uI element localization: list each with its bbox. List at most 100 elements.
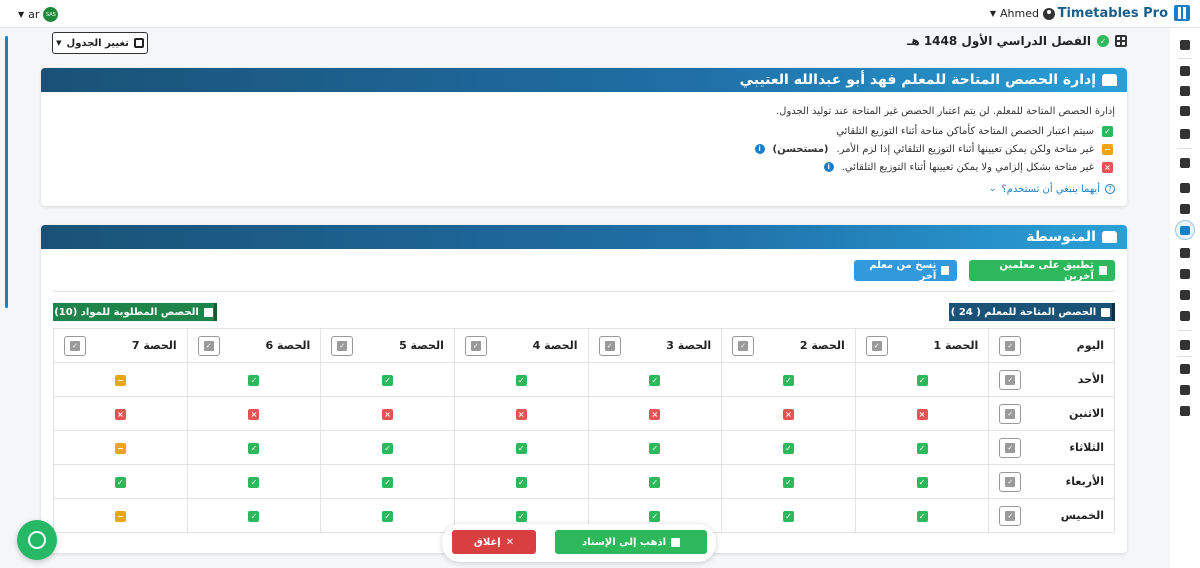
copy-from-teacher-button[interactable]: نسخ من معلم آخر xyxy=(854,260,957,282)
availability-cell[interactable]: ✓ xyxy=(320,430,455,465)
availability-cell[interactable]: ✓ xyxy=(186,464,322,499)
availability-cell[interactable]: ✓ xyxy=(186,498,322,533)
availability-cell[interactable]: × xyxy=(854,396,990,431)
availability-cell[interactable]: ✓ xyxy=(721,362,856,397)
period-label: الحصة 3 xyxy=(666,339,712,352)
mobile-icon[interactable] xyxy=(1178,362,1191,375)
settings-icon[interactable] xyxy=(1178,127,1191,140)
school-icon[interactable] xyxy=(1178,64,1191,77)
book-icon[interactable] xyxy=(1178,104,1191,117)
availability-cell[interactable]: ✓ xyxy=(854,430,990,465)
toggle-day-checkbox[interactable]: ✓ xyxy=(999,437,1022,458)
toggle-day-checkbox[interactable]: ✓ xyxy=(999,505,1022,526)
change-schedule-button[interactable]: تغيير الجدول ▼ xyxy=(52,32,148,54)
toggle-all-checkbox[interactable]: ✓ xyxy=(999,335,1022,356)
availability-cell[interactable]: ✓ xyxy=(721,430,856,465)
print-icon[interactable] xyxy=(1178,309,1191,322)
info-icon[interactable]: i xyxy=(823,162,834,172)
history-icon[interactable] xyxy=(1178,288,1191,301)
toggle-period-checkbox[interactable]: ✓ xyxy=(64,335,86,356)
sidebar-divider xyxy=(1178,58,1192,59)
availability-cell[interactable]: ✓ xyxy=(453,430,589,465)
availability-cell[interactable]: ✓ xyxy=(186,430,322,465)
user-icon xyxy=(1043,7,1055,20)
whatsapp-chat-button[interactable] xyxy=(17,520,57,560)
info-icon[interactable]: i xyxy=(754,144,765,154)
availability-cell[interactable]: − xyxy=(53,498,188,533)
availability-cell[interactable]: − xyxy=(53,430,188,465)
available-icon: ✓ xyxy=(515,443,527,454)
apply-label: تطبيق على معلمين آخرين xyxy=(999,259,1094,282)
legend-item: ✓ سيتم اعتبار الحصص المتاحة كأماكن متاحة… xyxy=(53,122,1115,140)
bottom-action-bar: اذهب إلى الإسناد ✕ إغلاق xyxy=(442,524,716,562)
availability-cell[interactable]: ✓ xyxy=(453,464,589,499)
unavailable-icon: × xyxy=(248,409,260,420)
day-cell: الأربعاء ✓ xyxy=(988,464,1115,499)
day-label: الثلاثاء xyxy=(1069,441,1104,454)
day-cell: الاثنين ✓ xyxy=(988,396,1115,431)
day-cell: الثلاثاء ✓ xyxy=(988,430,1115,465)
close-button[interactable]: ✕ إغلاق xyxy=(452,530,536,554)
availability-cell[interactable]: × xyxy=(320,396,455,431)
availability-cell[interactable]: ✓ xyxy=(320,362,455,397)
table-icon[interactable] xyxy=(1178,267,1191,280)
toggle-day-checkbox[interactable]: ✓ xyxy=(999,369,1022,390)
preferred-unavailable-icon: − xyxy=(1102,143,1113,155)
which-to-use-link[interactable]: ? أيهما ينبغي أن تستخدم؟ ⌄ xyxy=(53,180,1115,198)
user-menu[interactable]: ▼ Ahmed xyxy=(990,7,1055,20)
toggle-period-checkbox[interactable]: ✓ xyxy=(598,335,621,356)
toggle-day-checkbox[interactable]: ✓ xyxy=(999,403,1022,424)
graduation-cap-icon[interactable] xyxy=(1178,181,1191,194)
availability-cell[interactable]: ✓ xyxy=(186,362,322,397)
toggle-period-checkbox[interactable]: ✓ xyxy=(464,335,487,356)
availability-cell[interactable]: × xyxy=(453,396,589,431)
apps-icon[interactable] xyxy=(1178,338,1191,351)
available-periods-label: الحصص المتاحة للمعلم ( 24 ) xyxy=(950,306,1097,318)
availability-cell[interactable]: ✓ xyxy=(721,498,856,533)
availability-cell[interactable]: ✓ xyxy=(721,464,856,499)
classroom-icon[interactable] xyxy=(1178,202,1191,215)
edit-icon xyxy=(133,38,144,48)
availability-cell[interactable]: × xyxy=(53,396,188,431)
period-header: الحصة 7 ✓ xyxy=(53,328,188,363)
available-icon: ✓ xyxy=(248,375,260,386)
teachers-icon[interactable] xyxy=(1178,84,1191,97)
available-icon: ✓ xyxy=(782,477,794,488)
go-to-assignment-button[interactable]: اذهب إلى الإسناد xyxy=(555,530,707,554)
availability-cell[interactable]: ✓ xyxy=(587,430,723,465)
building-icon[interactable] xyxy=(1178,246,1191,259)
availability-cell[interactable]: ✓ xyxy=(854,498,990,533)
availability-cell[interactable]: ✓ xyxy=(453,362,589,397)
availability-cell[interactable]: − xyxy=(53,362,188,397)
table-header-row: اليوم ✓ الحصة 1 ✓ الحصة 2 ✓ الحصة 3 ✓ الحصة 4 ✓… xyxy=(53,328,1115,363)
availability-cell[interactable]: ✓ xyxy=(320,464,455,499)
availability-cell[interactable]: ✓ xyxy=(854,362,990,397)
list-check-icon[interactable] xyxy=(1175,220,1195,240)
availability-cell[interactable]: ✓ xyxy=(587,362,723,397)
toggle-period-checkbox[interactable]: ✓ xyxy=(331,335,354,356)
availability-cell[interactable]: × xyxy=(186,396,322,431)
card-icon[interactable] xyxy=(1178,404,1191,417)
availability-cell[interactable]: ✓ xyxy=(587,464,723,499)
apply-to-teachers-button[interactable]: تطبيق على معلمين آخرين xyxy=(969,259,1115,282)
availability-cell[interactable]: × xyxy=(587,396,723,431)
availability-info-card: إدارة الحصص المتاحة للمعلم فهد أبو عبدال… xyxy=(41,68,1127,206)
grid-icon[interactable] xyxy=(1178,156,1191,169)
unavailable-icon: × xyxy=(1102,161,1113,173)
availability-cell[interactable]: ✓ xyxy=(854,464,990,499)
flag-icon: SAS xyxy=(43,7,59,22)
language-label: ar xyxy=(28,8,40,21)
day-cell: الخميس ✓ xyxy=(988,498,1115,533)
availability-cell[interactable]: ✓ xyxy=(53,464,188,499)
toggle-period-checkbox[interactable]: ✓ xyxy=(197,335,220,356)
layers-icon[interactable] xyxy=(1178,38,1191,51)
toggle-day-checkbox[interactable]: ✓ xyxy=(999,471,1022,492)
availability-cell[interactable]: × xyxy=(721,396,856,431)
toggle-period-checkbox[interactable]: ✓ xyxy=(865,335,888,356)
toggle-period-checkbox[interactable]: ✓ xyxy=(732,335,755,356)
availability-cell[interactable]: ✓ xyxy=(320,498,455,533)
table-row: الأربعاء ✓ ✓ ✓ ✓ ✓ ✓ ✓ ✓ xyxy=(53,464,1115,499)
language-switcher[interactable]: ▼ ar SAS xyxy=(18,7,59,22)
calendar-icon[interactable] xyxy=(1178,383,1191,396)
brand[interactable]: Timetables Pro xyxy=(1058,5,1190,21)
